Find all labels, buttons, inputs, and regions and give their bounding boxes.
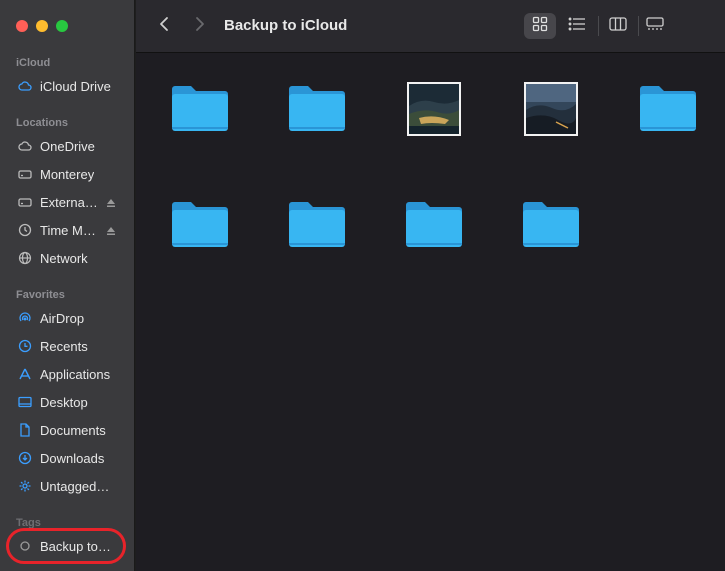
cloud-icon <box>18 139 32 153</box>
sidebar-item-desktop[interactable]: Desktop <box>8 390 128 414</box>
download-icon <box>18 451 32 465</box>
sidebar-item-label: OneDrive <box>40 138 95 154</box>
close-button[interactable] <box>16 20 28 32</box>
columns-icon <box>609 16 627 36</box>
finder-window: iCloud iCloud Drive Locations OneDrive M… <box>0 0 725 571</box>
section-title-locations: Locations <box>16 117 68 129</box>
sidebar-item-icloud-drive[interactable]: iCloud Drive <box>8 74 128 98</box>
time-machine-icon <box>18 223 32 237</box>
airdrop-icon <box>18 311 32 325</box>
folder-icon <box>170 197 230 254</box>
sidebar-item-airdrop[interactable]: AirDrop <box>8 306 128 330</box>
grid-icon <box>532 16 548 37</box>
gallery-view-button[interactable] <box>639 13 671 39</box>
chevron-left-icon <box>159 16 169 37</box>
drive-icon <box>18 195 32 209</box>
cloud-icon <box>18 79 32 93</box>
globe-icon <box>18 251 32 265</box>
sidebar-item-downloads[interactable]: Downloads <box>8 446 128 470</box>
sidebar-item-label: iCloud Drive <box>40 78 111 94</box>
sidebar-item-documents[interactable]: Documents <box>8 418 128 442</box>
highlight-annotation <box>6 528 126 564</box>
applications-icon <box>18 367 32 381</box>
sidebar-item-time-machine[interactable]: Time M… <box>8 218 128 242</box>
section-title-icloud: iCloud <box>16 57 51 69</box>
eject-icon[interactable] <box>106 196 116 207</box>
folder-item[interactable] <box>287 195 347 255</box>
sidebar-item-label: Desktop <box>40 394 88 410</box>
content-area: Backup to iCloud <box>136 0 725 571</box>
image-item[interactable] <box>404 79 464 139</box>
list-icon <box>568 17 586 36</box>
sidebar-item-recents[interactable]: Recents <box>8 334 128 358</box>
image-thumbnail <box>524 82 578 136</box>
icon-view-button[interactable] <box>524 13 556 39</box>
sidebar-item-onedrive[interactable]: OneDrive <box>8 134 128 158</box>
document-icon <box>18 423 32 437</box>
sidebar-item-label: Applications <box>40 366 111 382</box>
sidebar-item-label: Documents <box>40 422 106 438</box>
drive-icon <box>18 167 32 181</box>
window-title: Backup to iCloud <box>224 17 348 34</box>
sidebar-item-label: Recents <box>40 338 88 354</box>
gallery-icon <box>646 16 664 36</box>
zoom-button[interactable] <box>56 20 68 32</box>
folder-item[interactable] <box>404 195 464 255</box>
folder-item[interactable] <box>287 79 347 139</box>
folder-icon <box>287 81 347 138</box>
sidebar-item-label: Downloads <box>40 450 105 466</box>
sidebar-item-applications[interactable]: Applications <box>8 362 128 386</box>
folder-item[interactable] <box>521 195 581 255</box>
back-button[interactable] <box>154 16 174 36</box>
chevron-right-icon <box>195 16 205 37</box>
sidebar-item-monterey[interactable]: Monterey <box>8 162 128 186</box>
list-view-button[interactable] <box>561 13 593 39</box>
desktop-icon <box>18 395 32 409</box>
image-item[interactable] <box>521 79 581 139</box>
clock-icon <box>18 339 32 353</box>
sidebar-item-network[interactable]: Network <box>8 246 128 270</box>
minimize-button[interactable] <box>36 20 48 32</box>
folder-icon <box>521 197 581 254</box>
folder-icon <box>404 197 464 254</box>
toolbar-divider <box>598 16 599 36</box>
gear-icon <box>18 479 32 493</box>
column-view-button[interactable] <box>602 13 634 39</box>
forward-button[interactable] <box>190 16 210 36</box>
folder-icon <box>170 81 230 138</box>
sidebar-item-label: Monterey <box>40 166 95 182</box>
eject-icon[interactable] <box>106 224 116 235</box>
folder-icon <box>638 81 698 138</box>
sidebar-item-untagged[interactable]: Untagged… <box>8 474 128 498</box>
folder-item[interactable] <box>638 79 698 139</box>
sidebar-item-label: Network <box>40 250 88 266</box>
sidebar-item-label: Untagged… <box>40 478 110 494</box>
section-title-favorites: Favorites <box>16 289 65 301</box>
folder-item[interactable] <box>170 79 230 139</box>
image-thumbnail <box>407 82 461 136</box>
sidebar-item-label: Time M… <box>40 222 96 238</box>
sidebar-item-external[interactable]: Externa… <box>8 190 128 214</box>
folder-icon <box>287 197 347 254</box>
folder-item[interactable] <box>170 195 230 255</box>
window-controls <box>16 20 68 32</box>
sidebar-item-label: Externa… <box>40 194 98 210</box>
sidebar: iCloud iCloud Drive Locations OneDrive M… <box>0 0 135 571</box>
sidebar-item-label: AirDrop <box>40 310 85 326</box>
toolbar: Backup to iCloud <box>136 0 725 53</box>
